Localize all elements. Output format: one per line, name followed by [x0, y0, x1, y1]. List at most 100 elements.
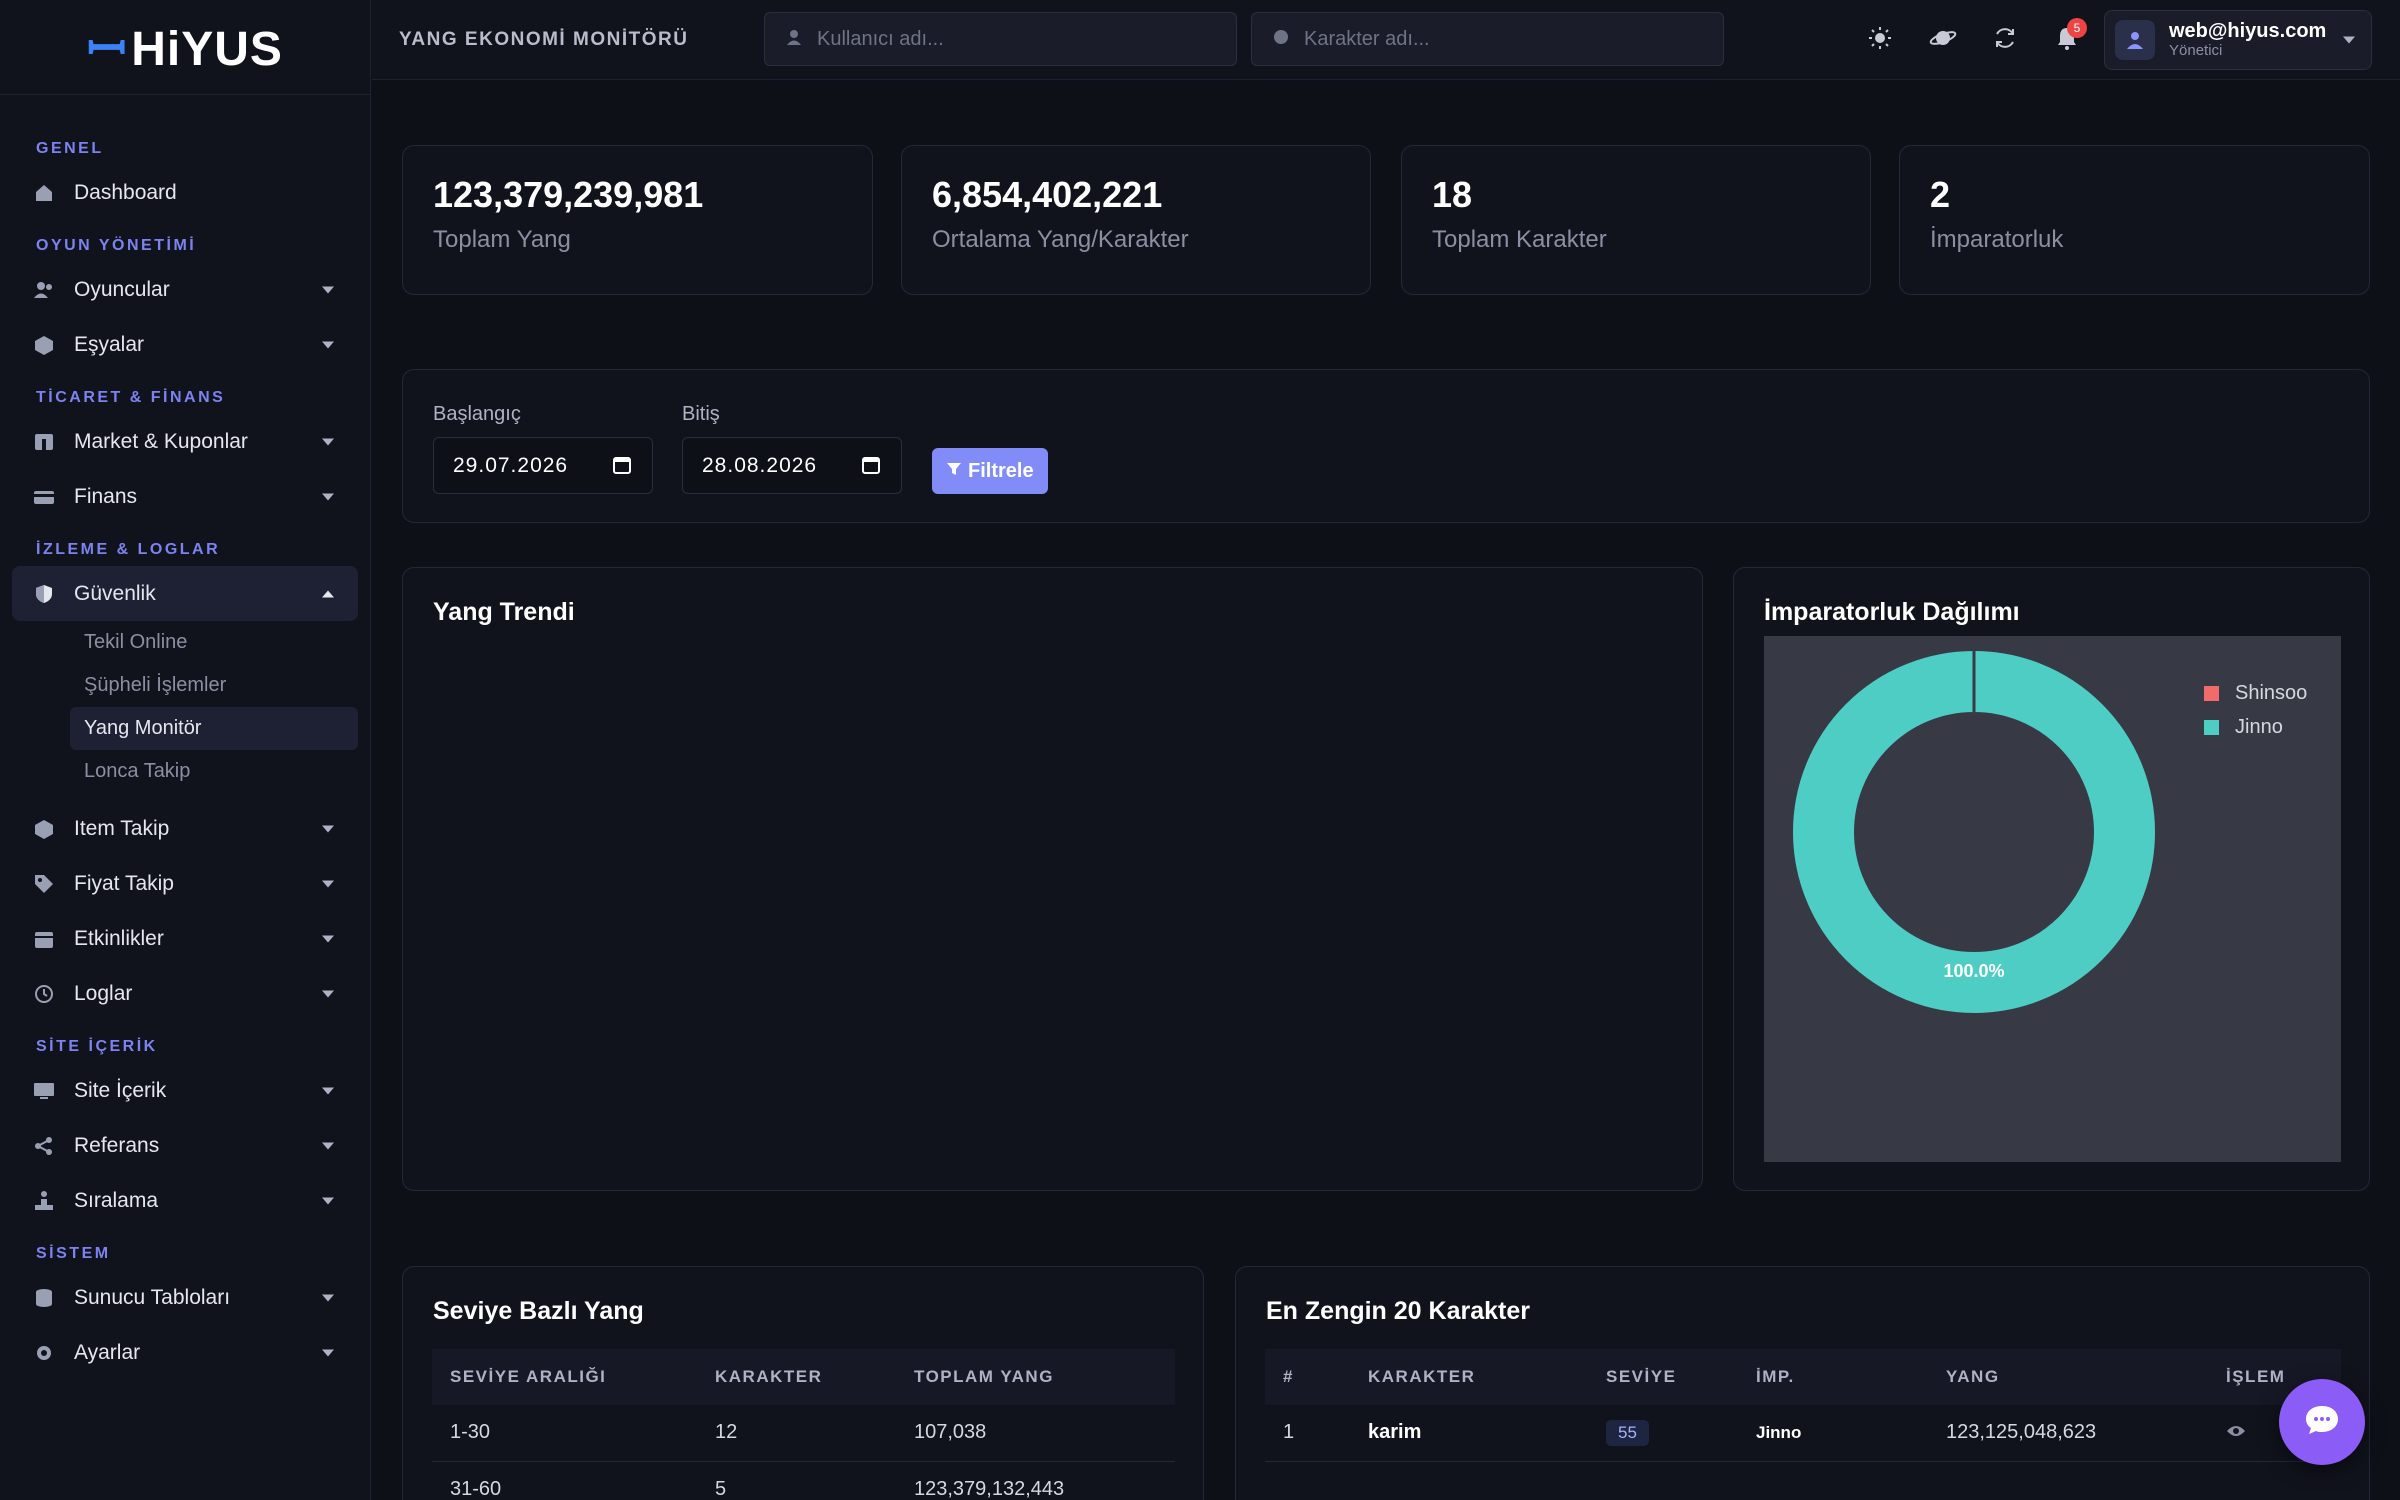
- filter-card: Başlangıç 29.07.2026 Bitiş 28.08.2026 Fi…: [402, 369, 2370, 523]
- richest-table: # KARAKTER SEVİYE İMP. YANG İŞLEM 1 kari…: [1265, 1349, 2341, 1462]
- chat-button[interactable]: [2279, 1379, 2365, 1465]
- character-name[interactable]: karim: [1350, 1405, 1588, 1462]
- stat-card-total-characters: 18 Toplam Karakter: [1401, 145, 1871, 295]
- level-table: SEVİYE ARALIĞI KARAKTER TOPLAM YANG 1-30…: [432, 1349, 1175, 1500]
- sidebar-item-events[interactable]: Etkinlikler: [12, 911, 358, 966]
- filter-icon: [946, 460, 962, 483]
- legend-swatch: [2204, 719, 2219, 735]
- stat-card-empires: 2 İmparatorluk: [1899, 145, 2370, 295]
- table-row: 1-30 12 107,038: [432, 1405, 1175, 1462]
- user-icon: [785, 28, 803, 51]
- filter-button[interactable]: Filtrele: [932, 448, 1048, 494]
- chevron-down-icon: [322, 880, 334, 887]
- section-site: SİTE İÇERİK: [36, 1038, 158, 1055]
- refresh-icon: [1992, 25, 2018, 56]
- sidebar-item-logs[interactable]: Loglar: [12, 966, 358, 1021]
- sidebar-sub-yang-monitor[interactable]: Yang Monitör: [70, 707, 358, 750]
- calendar-icon: [32, 927, 56, 951]
- sidebar-sub-suspicious[interactable]: Şüpheli İşlemler: [70, 664, 358, 707]
- notifications-button[interactable]: 5: [2049, 18, 2087, 58]
- pie-slice-label: 100.0%: [1943, 961, 2004, 981]
- richest-characters-card: En Zengin 20 Karakter # KARAKTER SEVİYE …: [1235, 1266, 2370, 1500]
- chevron-down-icon: [322, 935, 334, 942]
- chevron-down-icon: [322, 1197, 334, 1204]
- user-search: [764, 12, 1237, 66]
- section-general: GENEL: [36, 140, 104, 157]
- sidebar-item-item-track[interactable]: Item Takip: [12, 801, 358, 856]
- table-row: 1 karim 55 Jinno 123,125,048,623: [1265, 1405, 2341, 1462]
- stat-value: 6,854,402,221: [932, 174, 1163, 215]
- legend-item-jinno[interactable]: Jinno: [2204, 710, 2307, 744]
- column-header[interactable]: İMP.: [1738, 1349, 1928, 1405]
- page-title: YANG EKONOMİ MONİTÖRÜ: [399, 29, 689, 50]
- end-date-label: Bitiş: [682, 403, 720, 425]
- sidebar-item-items[interactable]: Eşyalar: [12, 317, 358, 372]
- empire-name: Jinno: [1738, 1405, 1928, 1462]
- topbar: YANG EKONOMİ MONİTÖRÜ 5 web@hiyus.com Yö…: [372, 0, 2400, 80]
- stat-value: 123,379,239,981: [433, 174, 704, 215]
- logo[interactable]: ꟷHiYUS: [0, 0, 370, 95]
- sidebar-item-dashboard[interactable]: Dashboard: [12, 165, 358, 220]
- refresh-button[interactable]: [1987, 22, 2023, 58]
- chevron-down-icon: [322, 1142, 334, 1149]
- section-game: OYUN YÖNETİMİ: [36, 237, 197, 254]
- chevron-down-icon: [322, 825, 334, 832]
- search-icon: [1272, 28, 1290, 51]
- home-icon: [32, 181, 56, 205]
- sun-icon: [1867, 25, 1893, 56]
- calendar-icon[interactable]: [861, 455, 881, 481]
- sidebar-item-finance[interactable]: Finans: [12, 469, 358, 524]
- user-menu[interactable]: web@hiyus.com Yönetici: [2104, 10, 2372, 70]
- planet-button[interactable]: [1925, 22, 1961, 58]
- card-title: İmparatorluk Dağılımı: [1764, 598, 2020, 626]
- column-header[interactable]: #: [1265, 1349, 1350, 1405]
- user-search-input[interactable]: [817, 27, 1217, 51]
- card-title: En Zengin 20 Karakter: [1266, 1297, 1530, 1325]
- sidebar-item-market[interactable]: Market & Kuponlar: [12, 414, 358, 469]
- column-header[interactable]: SEVİYE: [1588, 1349, 1738, 1405]
- column-header[interactable]: YANG: [1928, 1349, 2208, 1405]
- theme-toggle[interactable]: [1862, 22, 1898, 58]
- chevron-down-icon: [322, 286, 334, 293]
- sidebar-item-server-tables[interactable]: Sunucu Tabloları: [12, 1270, 358, 1325]
- sidebar-nav: GENEL Dashboard OYUN YÖNETİMİ Oyuncular …: [0, 95, 370, 1380]
- yang-trend-card: Yang Trendi: [402, 567, 1703, 1191]
- sidebar-item-security[interactable]: Güvenlik: [12, 566, 358, 621]
- char-search-input[interactable]: [1304, 27, 1704, 51]
- ranking-icon: [32, 1189, 56, 1213]
- box-icon: [32, 333, 56, 357]
- chart-legend: Shinsoo Jinno: [2204, 676, 2307, 744]
- column-header[interactable]: SEVİYE ARALIĞI: [432, 1349, 697, 1405]
- legend-swatch: [2204, 685, 2219, 701]
- pie-slice-jinno[interactable]: [1793, 651, 2155, 1013]
- chat-icon: [2304, 1403, 2340, 1442]
- pie-chart: 100.0% Shinsoo Jinno: [1764, 636, 2341, 1162]
- empire-distribution-card: İmparatorluk Dağılımı 100.0% Shinsoo Jin…: [1733, 567, 2370, 1191]
- start-date-input[interactable]: 29.07.2026: [433, 437, 653, 494]
- sidebar-sub-online[interactable]: Tekil Online: [70, 621, 358, 664]
- brand-logo: ꟷHiYUS: [87, 22, 283, 76]
- end-date-input[interactable]: 28.08.2026: [682, 437, 902, 494]
- cube-icon: [32, 817, 56, 841]
- start-date-label: Başlangıç: [433, 403, 521, 425]
- stat-card-average-yang: 6,854,402,221 Ortalama Yang/Karakter: [901, 145, 1371, 295]
- column-header[interactable]: KARAKTER: [1350, 1349, 1588, 1405]
- sidebar-sub-guild[interactable]: Lonca Takip: [70, 750, 358, 793]
- sidebar-item-ranking[interactable]: Sıralama: [12, 1173, 358, 1228]
- legend-item-shinsoo[interactable]: Shinsoo: [2204, 676, 2307, 710]
- column-header[interactable]: TOPLAM YANG: [896, 1349, 1175, 1405]
- eye-icon[interactable]: [2226, 1421, 2246, 1443]
- users-icon: [32, 278, 56, 302]
- calendar-icon[interactable]: [612, 455, 632, 481]
- chevron-down-icon: [322, 341, 334, 348]
- sidebar-item-price-track[interactable]: Fiyat Takip: [12, 856, 358, 911]
- chevron-down-icon: [322, 1349, 334, 1356]
- sidebar-item-players[interactable]: Oyuncular: [12, 262, 358, 317]
- sidebar-item-referral[interactable]: Referans: [12, 1118, 358, 1173]
- history-icon: [32, 982, 56, 1006]
- column-header[interactable]: KARAKTER: [697, 1349, 896, 1405]
- sidebar-item-site-content[interactable]: Site İçerik: [12, 1063, 358, 1118]
- sidebar-item-settings[interactable]: Ayarlar: [12, 1325, 358, 1380]
- stat-card-total-yang: 123,379,239,981 Toplam Yang: [402, 145, 873, 295]
- user-role: Yönetici: [2169, 42, 2223, 59]
